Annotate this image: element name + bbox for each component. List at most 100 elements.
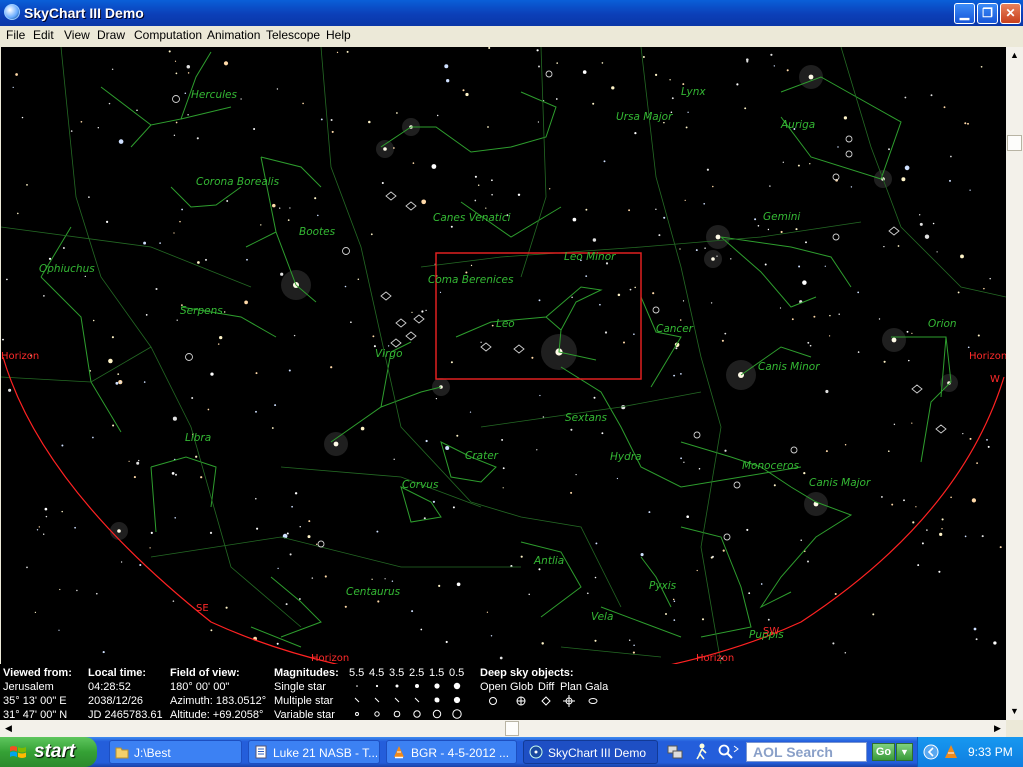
vertical-scrollbar[interactable]: ▲ ▼ [1006,47,1023,720]
star [432,500,436,503]
star [986,439,988,441]
search-go-button[interactable]: Go [872,743,895,761]
skychart-app-icon[interactable] [4,4,20,20]
star [446,79,450,83]
task-skychart[interactable]: SkyChart III Demo [523,740,658,764]
star [904,165,910,171]
label-coma-berenices: Coma Berenices [428,274,514,286]
task-bgr-video[interactable]: BGR - 4-5-2012 ... [386,740,517,764]
star [280,272,284,276]
star [437,114,439,117]
menu-telescope[interactable]: Telescope [266,28,320,42]
vlc-tray-icon[interactable] [945,745,957,758]
scroll-right-arrow[interactable]: ▶ [989,720,1006,737]
star [62,247,65,249]
star [698,467,701,470]
star [570,428,573,431]
title-bar[interactable]: SkyChart III Demo ▁ ❐ ✕ [0,0,1023,26]
constellation-lines [40,51,952,648]
menu-help[interactable]: Help [326,28,351,42]
menu-file[interactable]: File [6,28,25,42]
menu-computation[interactable]: Computation [134,28,202,42]
star [971,498,977,503]
scroll-left-arrow[interactable]: ◀ [0,720,17,737]
direction-se: SE [196,603,209,614]
star [632,651,635,654]
search-icon[interactable] [718,744,739,759]
star [634,131,637,135]
sky-chart[interactable]: Hercules Ursa Major Lynx Auriga Corona B… [1,47,1006,664]
star [604,331,608,334]
open-cluster-marker [723,533,731,541]
star [246,258,248,261]
star [919,214,921,216]
star [287,219,290,221]
star [748,592,751,595]
bright-star[interactable] [808,74,814,80]
star [357,278,360,280]
horizon-label-west: Horizon [969,351,1006,362]
label-libra: Libra [185,432,211,444]
star [43,533,45,535]
menu-view[interactable]: View [64,28,90,42]
serpens-ophiuchus-lines [40,226,277,433]
star [536,449,538,451]
star [456,434,459,437]
star [555,98,558,100]
star [491,179,493,182]
close-button[interactable]: ✕ [1000,3,1021,24]
star [226,200,229,202]
horizontal-scrollbar[interactable]: ◀ ▶ [0,720,1006,737]
star [572,217,577,222]
bright-star[interactable] [715,234,721,240]
star [531,356,534,359]
star [770,53,773,56]
runner-icon[interactable] [696,743,707,760]
bright-star[interactable] [383,147,387,151]
star [957,291,960,294]
star [381,181,384,185]
star [204,258,208,261]
field-of-view: 180° 00' 00" [170,681,230,693]
start-button[interactable]: start [0,737,97,767]
search-options-dropdown[interactable]: ▼ [896,743,913,761]
local-time-header: Local time: [88,667,147,679]
network-icon[interactable] [667,745,683,759]
bright-star[interactable] [891,337,897,343]
star [240,98,242,100]
aol-search-input[interactable]: AOL Search [746,742,867,762]
star [585,208,588,211]
menu-animation[interactable]: Animation [207,28,260,42]
star [377,600,380,603]
star [571,296,573,299]
star [317,214,319,217]
bright-star[interactable] [711,257,715,261]
sky-chart-canvas[interactable]: Hercules Ursa Major Lynx Auriga Corona B… [1,47,1006,664]
single-star-label: Single star [274,681,326,693]
bright-star[interactable] [117,529,121,533]
star [911,332,913,335]
task-folder-best[interactable]: J:\Best [109,740,242,764]
horizontal-scroll-thumb[interactable] [505,721,519,736]
menu-edit[interactable]: Edit [33,28,54,42]
star [872,613,875,616]
scroll-up-arrow[interactable]: ▲ [1006,47,1023,64]
star [622,341,626,344]
star [485,207,487,209]
task-luke-document[interactable]: Luke 21 NASB - T... [248,740,380,764]
star [938,570,941,573]
maximize-button[interactable]: ❐ [977,3,998,24]
star [684,199,686,202]
scroll-down-arrow[interactable]: ▼ [1006,703,1023,720]
star [919,222,923,226]
gemini-lines [720,236,852,308]
menu-draw[interactable]: Draw [97,28,125,42]
tray-expand-icon[interactable] [923,744,939,760]
bright-star[interactable] [333,441,339,447]
star [191,397,194,399]
minimize-button[interactable]: ▁ [954,3,975,24]
vertical-scroll-thumb[interactable] [1007,135,1022,151]
star [949,179,951,182]
label-monoceros: Monoceros [742,460,800,472]
star [411,311,413,314]
